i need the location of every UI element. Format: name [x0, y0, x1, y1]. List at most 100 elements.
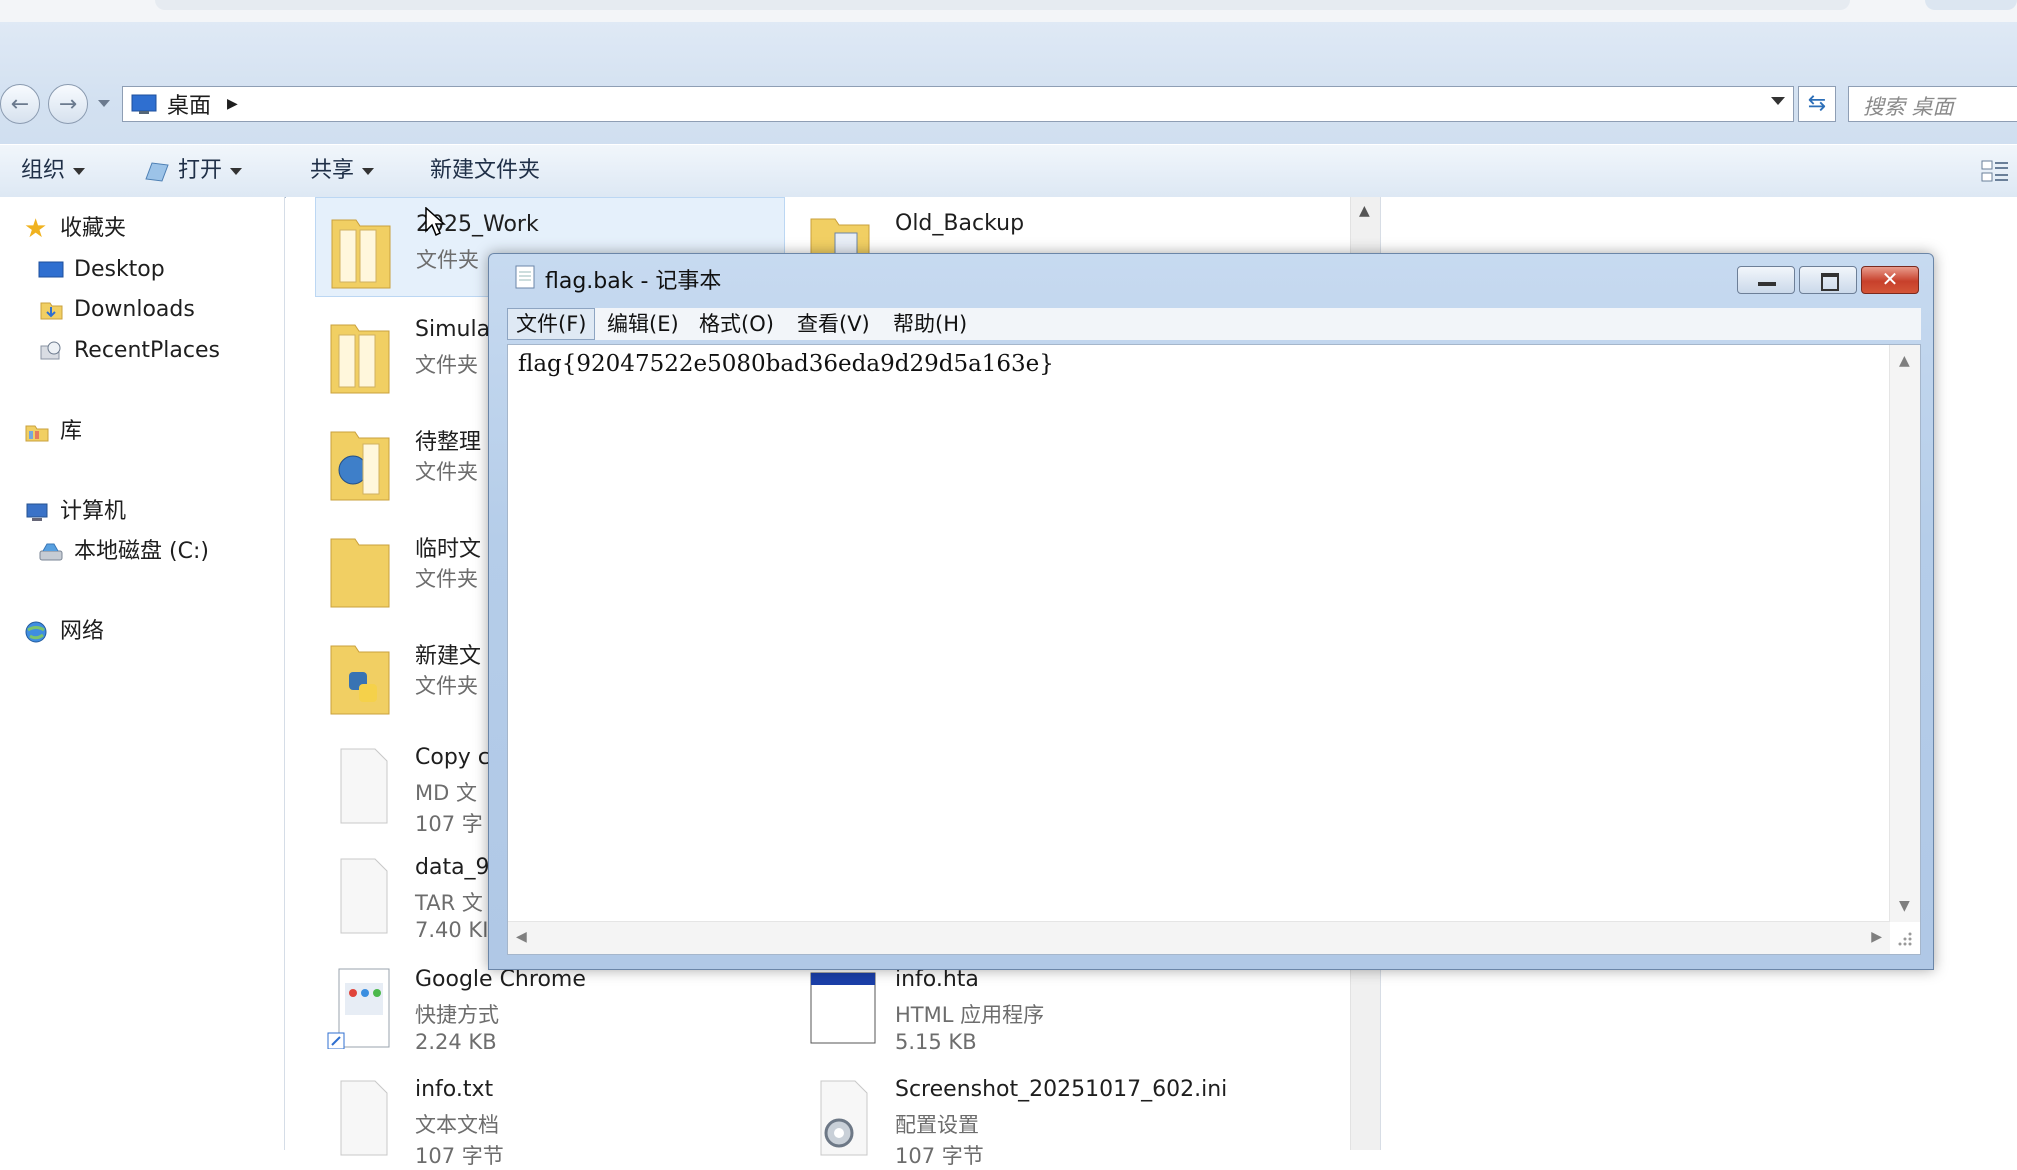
- file-name: Copy c: [415, 745, 490, 770]
- file-size: 107 字节: [415, 1144, 504, 1168]
- notepad-vertical-scrollbar[interactable]: ▲ ▼: [1889, 345, 1920, 922]
- nav-item-local-disk[interactable]: 本地磁盘 (C:): [38, 535, 209, 569]
- file-name: Old_Backup: [895, 211, 1025, 236]
- config-settings-icon: [820, 1080, 868, 1156]
- nav-computer-label: 计算机: [60, 499, 127, 524]
- notepad-window[interactable]: flag.bak - 记事本 ✕ 文件(F) 编辑(E) 格式(O) 查看(V)…: [488, 253, 1934, 970]
- file-type: 文件夹: [415, 460, 478, 484]
- file-type: HTML 应用程序: [895, 1003, 1045, 1027]
- notepad-menubar: 文件(F) 编辑(E) 格式(O) 查看(V) 帮助(H): [507, 308, 1921, 340]
- address-dropdown-icon[interactable]: [1771, 97, 1785, 105]
- nav-libraries-label: 库: [60, 419, 83, 444]
- nav-item-label: 本地磁盘 (C:): [74, 539, 209, 564]
- drive-icon: [39, 543, 63, 561]
- network-globe-icon: [25, 621, 47, 643]
- menu-edit[interactable]: 编辑(E): [599, 308, 687, 340]
- chevron-down-icon: [362, 167, 375, 175]
- file-name: Google Chrome: [415, 967, 586, 992]
- history-dropdown-icon[interactable]: [98, 100, 110, 107]
- folder-icon: [330, 324, 390, 394]
- file-name: 新建文: [415, 644, 482, 669]
- maximize-icon: [1821, 273, 1839, 291]
- nav-item-label: RecentPlaces: [74, 338, 220, 363]
- notepad-content[interactable]: flag{92047522e5080bad36eda9d29d5a163e}: [518, 351, 1054, 377]
- search-input[interactable]: 搜索 桌面: [1848, 86, 2017, 122]
- forward-arrow-icon: →: [58, 91, 78, 117]
- file-type: 配置设置: [895, 1113, 979, 1137]
- notepad-title: flag.bak - 记事本: [545, 269, 722, 294]
- open-icon: [145, 162, 169, 182]
- scroll-left-icon[interactable]: ◀: [516, 929, 527, 945]
- breadcrumb-arrow-icon[interactable]: ▶: [227, 96, 238, 112]
- file-type: MD 文: [415, 781, 477, 805]
- menu-help[interactable]: 帮助(H): [885, 308, 975, 340]
- nav-item-recentplaces[interactable]: RecentPlaces: [38, 334, 220, 368]
- star-icon: ★: [24, 214, 48, 244]
- top-strip: [0, 0, 2017, 23]
- file-type: 文件夹: [415, 674, 478, 698]
- forward-button[interactable]: →: [48, 84, 88, 124]
- nav-item-desktop[interactable]: Desktop: [38, 253, 165, 287]
- organize-button[interactable]: 组织: [21, 145, 86, 197]
- nav-computer[interactable]: 计算机: [24, 495, 126, 529]
- top-tabbar: [155, 0, 1850, 10]
- file-type: 文件夹: [416, 248, 479, 272]
- desktop-icon: [38, 261, 64, 278]
- folder-icon: [330, 431, 390, 501]
- file-name: info.txt: [415, 1077, 494, 1102]
- file-name: info.hta: [895, 967, 979, 992]
- resize-grip-icon[interactable]: [1896, 930, 1914, 948]
- refresh-button[interactable]: ⇆: [1798, 86, 1836, 122]
- file-type: TAR 文: [415, 891, 483, 915]
- nav-favorites[interactable]: ★ 收藏夹: [24, 212, 126, 246]
- top-button[interactable]: [1925, 0, 2017, 10]
- back-button[interactable]: ←: [0, 84, 40, 124]
- scroll-down-icon[interactable]: ▼: [1899, 898, 1910, 914]
- notepad-titlebar[interactable]: flag.bak - 记事本 ✕: [489, 254, 1933, 296]
- nav-item-label: Downloads: [74, 297, 195, 322]
- file-type: 文件夹: [415, 567, 478, 591]
- file-name: data_9: [415, 855, 490, 880]
- file-item[interactable]: info.txt 文本文档 107 字节: [315, 1063, 785, 1168]
- chevron-down-icon: [73, 167, 86, 175]
- file-size: 107 字: [415, 812, 483, 836]
- scroll-up-icon[interactable]: ▲: [1359, 203, 1370, 219]
- maximize-button[interactable]: [1799, 266, 1857, 294]
- notepad-text-area[interactable]: flag{92047522e5080bad36eda9d29d5a163e} ▲…: [507, 344, 1921, 955]
- close-button[interactable]: ✕: [1861, 266, 1919, 294]
- minimize-icon: [1758, 282, 1776, 286]
- menu-file[interactable]: 文件(F): [507, 308, 596, 340]
- nav-libraries[interactable]: 库: [24, 415, 82, 449]
- file-name: Screenshot_20251017_602.ini: [895, 1077, 1228, 1102]
- nav-item-label: Desktop: [74, 257, 165, 282]
- navigation-pane: ★ 收藏夹 Desktop Downloads RecentPlaces 库 计算…: [0, 197, 285, 1150]
- nav-item-downloads[interactable]: Downloads: [38, 293, 195, 327]
- scroll-up-icon[interactable]: ▲: [1899, 353, 1910, 369]
- file-type: 快捷方式: [415, 1003, 499, 1027]
- close-icon: ✕: [1881, 267, 1899, 291]
- minimize-button[interactable]: [1737, 266, 1795, 294]
- menu-view[interactable]: 查看(V): [789, 308, 878, 340]
- file-item[interactable]: Screenshot_20251017_602.ini 配置设置 107 字节: [795, 1063, 1265, 1168]
- recent-places-icon: [40, 341, 61, 360]
- notepad-icon: [515, 265, 535, 289]
- scroll-right-icon[interactable]: ▶: [1871, 929, 1882, 945]
- open-button[interactable]: 打开: [142, 145, 243, 197]
- view-options-icon[interactable]: [1980, 157, 2010, 187]
- file-size: 2.24 KB: [415, 1030, 497, 1054]
- new-folder-button[interactable]: 新建文件夹: [430, 145, 540, 197]
- file-size: 107 字节: [895, 1144, 984, 1168]
- share-button[interactable]: 共享: [310, 145, 375, 197]
- file-name: Simula: [415, 317, 491, 342]
- menu-format[interactable]: 格式(O): [691, 308, 782, 340]
- share-label: 共享: [310, 158, 355, 183]
- command-bar: 组织 打开 共享 新建文件夹: [0, 144, 2017, 198]
- file-name: 临时文: [415, 537, 482, 562]
- address-bar[interactable]: 桌面 ▶: [122, 86, 1794, 122]
- nav-network[interactable]: 网络: [24, 615, 104, 649]
- python-folder-icon: [330, 645, 390, 715]
- file-size: 5.15 KB: [895, 1030, 977, 1054]
- library-icon: [25, 425, 49, 442]
- notepad-horizontal-scrollbar[interactable]: ◀ ▶: [508, 921, 1890, 954]
- file-type: 文件夹: [415, 353, 478, 377]
